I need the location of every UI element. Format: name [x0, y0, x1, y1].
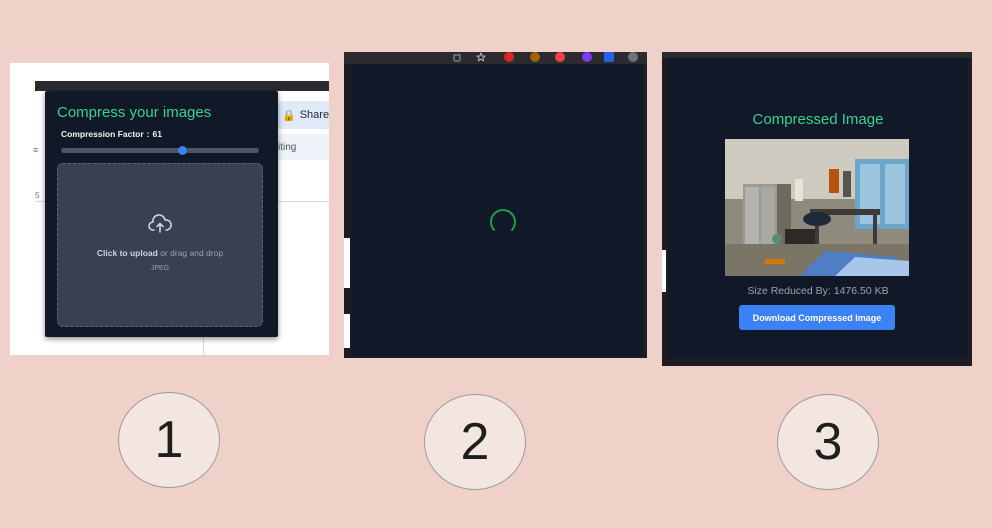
page-background: [344, 314, 350, 348]
page-background: [344, 238, 350, 288]
bookmark-star-icon[interactable]: [476, 52, 486, 62]
slider-thumb[interactable]: [177, 146, 187, 155]
compression-factor-label: Compression Factor:61: [61, 129, 162, 139]
size-reduced-text: Size Reduced By: 1476.50 KB: [747, 285, 889, 297]
step1-screenshot: 🔒 Share iting ≡ 5 Compress your images C…: [10, 63, 329, 355]
adblock-icon[interactable]: [555, 52, 565, 62]
result-title: Compressed Image: [752, 111, 884, 128]
share-page-icon[interactable]: [452, 52, 462, 62]
popup-title: Compress your images: [57, 104, 212, 121]
page-background: [662, 250, 666, 292]
extension-popup: [351, 64, 643, 356]
extension-popup: Compress your images Compression Factor:…: [45, 91, 278, 337]
extension-popup: Compressed Image Size Reduced By: 1476.5…: [668, 58, 968, 358]
step2-screenshot: [344, 52, 647, 358]
drag-drop-text: or drag and drop: [157, 248, 224, 258]
loading-spinner: [490, 209, 516, 235]
browser-toolbar: [344, 52, 647, 64]
lock-icon: 🔒: [282, 109, 296, 122]
translate-icon[interactable]: [604, 52, 614, 62]
profile-avatar[interactable]: [628, 52, 638, 62]
download-button[interactable]: Download Compressed Image: [739, 305, 895, 330]
click-to-upload-text[interactable]: Click to upload: [97, 248, 158, 258]
compression-factor-value: 61: [152, 129, 162, 139]
compression-slider[interactable]: [61, 146, 259, 155]
upload-instructions: Click to upload or drag and drop: [58, 248, 262, 258]
step-number-1: 1: [118, 392, 220, 488]
compression-factor-text: Compression Factor: [61, 129, 144, 139]
file-type-hint: JPEG: [150, 265, 170, 272]
extension-icon[interactable]: [582, 52, 592, 62]
ruler-mark: 5: [35, 191, 40, 200]
extension-icon[interactable]: [504, 52, 514, 62]
share-label: Share: [299, 109, 329, 121]
share-button[interactable]: 🔒 Share: [276, 101, 329, 129]
browser-toolbar: [35, 81, 329, 91]
extension-icon[interactable]: [530, 52, 540, 62]
upload-dropzone[interactable]: Click to upload or drag and drop JPEG: [57, 163, 263, 327]
compressed-image-preview: [725, 139, 909, 276]
menu-icon: ≡: [33, 145, 39, 155]
editing-label: iting: [278, 141, 297, 153]
cloud-upload-icon: [148, 214, 172, 233]
step3-screenshot: Compressed Image Size Reduced By: 1476.5…: [662, 52, 972, 366]
step-number-2: 2: [424, 394, 526, 490]
step-number-3: 3: [777, 394, 879, 490]
editing-indicator: iting: [272, 134, 329, 160]
